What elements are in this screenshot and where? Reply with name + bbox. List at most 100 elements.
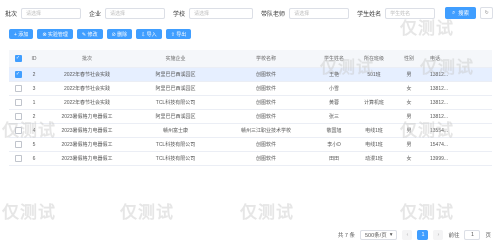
watermark: 仅测试: [400, 121, 454, 140]
row-batch: 2023暑假格力电器假工: [61, 156, 113, 162]
page-number-current[interactable]: 1: [417, 230, 429, 240]
export-button[interactable]: ⇧ 导出: [165, 29, 192, 39]
reset-button[interactable]: ↻: [480, 7, 494, 19]
teacher-label: 带队老师: [261, 11, 286, 18]
row-student: 张三: [328, 114, 339, 120]
search-button-label: 搜索: [458, 11, 470, 17]
batch-label: 批次: [5, 11, 18, 18]
row-select-cell[interactable]: [9, 85, 27, 92]
experiment-manage-button[interactable]: ⊗ 实验管理: [37, 29, 73, 39]
goto-page-input[interactable]: 1: [464, 230, 481, 240]
watermark: 仅测试: [2, 203, 56, 222]
table-row[interactable]: 3 2022年春节社会实践 阿里巴巴西溪园区 创图软件 小雪 女 13812...: [9, 82, 492, 96]
header-enterprise: 实施企业: [165, 56, 186, 62]
row-student: 田田: [328, 156, 339, 162]
row-enterprise: 阿里巴巴西溪园区: [155, 86, 196, 92]
row-student: 敬国旭: [326, 128, 342, 134]
enterprise-select[interactable]: 请选择: [105, 7, 166, 19]
add-button[interactable]: + 添加: [9, 29, 34, 39]
row-school: 赣州三江职业技术学校: [240, 128, 291, 134]
row-phone: 13812...: [430, 99, 449, 106]
enterprise-label: 企业: [89, 11, 102, 18]
row-school: 创图软件: [255, 142, 276, 148]
school-label: 学校: [173, 11, 186, 18]
row-id: 5: [32, 141, 36, 148]
row-class: 计算机班: [363, 100, 384, 106]
row-school: 创图软件: [255, 86, 276, 92]
pagination: 共 7 条 500条/页 ▾ ‹ 1 › 前往 1 页: [338, 229, 491, 241]
header-batch: 批次: [81, 56, 92, 62]
page-unit-label: 页: [485, 233, 491, 239]
watermark: 仅测试: [240, 203, 294, 222]
row-batch: 2023暑假格力电器假工: [61, 142, 113, 148]
row-checkbox[interactable]: [14, 141, 22, 148]
row-checkbox[interactable]: ✓: [14, 71, 22, 78]
action-toolbar: + 添加 ⊗ 实验管理 ✎ 修改 ⊘ 删除 ⇩ 导入 ⇧ 导出: [9, 29, 192, 39]
table-row[interactable]: 6 2023暑假格力电器假工 TCL科技有限公司 创图软件 田田 动漫1班 女 13999..…: [9, 152, 492, 166]
watermark: 仅测试: [320, 58, 374, 77]
row-checkbox[interactable]: [14, 85, 22, 92]
row-class: 动漫1班: [365, 156, 383, 162]
row-select-cell[interactable]: [9, 99, 27, 106]
row-class: 电线1班: [365, 128, 383, 134]
chevron-left-icon: ‹: [406, 232, 409, 238]
row-school: 创图软件: [255, 72, 276, 78]
row-school: 创图软件: [255, 100, 276, 106]
row-id: 2: [32, 71, 36, 78]
row-enterprise: TCL科技有限公司: [155, 142, 196, 148]
row-gender: 男: [406, 142, 412, 148]
watermark: 仅测试: [400, 203, 454, 222]
school-placeholder: 请选择: [194, 10, 210, 17]
row-select-cell[interactable]: ✓: [9, 71, 27, 78]
row-enterprise: 阿里巴巴西溪园区: [155, 72, 196, 78]
row-id: 6: [32, 155, 36, 162]
row-student: 小雪: [328, 86, 339, 92]
row-enterprise: TCL科技有限公司: [155, 156, 196, 162]
enterprise-placeholder: 请选择: [110, 10, 126, 17]
row-phone: 15474...: [430, 141, 449, 148]
watermark: 仅测试: [2, 121, 56, 140]
delete-button[interactable]: ⊘ 删除: [106, 29, 133, 39]
row-checkbox[interactable]: [14, 155, 22, 162]
page-size-value: 500条/页: [364, 233, 387, 239]
row-batch: 2022年春节社会实践: [63, 100, 111, 106]
row-student: 黄蓉: [328, 100, 339, 106]
batch-placeholder: 请选择: [26, 10, 42, 17]
watermark: 仅测试: [120, 203, 174, 222]
select-all-checkbox[interactable]: ✓: [14, 55, 22, 62]
row-class: 电线1班: [365, 142, 383, 148]
teacher-select[interactable]: 请选择: [289, 7, 350, 19]
row-batch: 2022年春节社会实践: [63, 86, 111, 92]
goto-label: 前往: [448, 233, 460, 239]
row-phone: 13999...: [430, 155, 449, 162]
import-button[interactable]: ⇩ 导入: [136, 29, 162, 39]
row-enterprise: TCL科技有限公司: [155, 100, 196, 106]
row-gender: 女: [406, 86, 412, 92]
batch-select[interactable]: 请选择: [21, 7, 82, 19]
table-row[interactable]: 1 2022年春节社会实践 TCL科技有限公司 创图软件 黄蓉 计算机班 女 13812...: [9, 96, 492, 110]
watermark: 仅测试: [400, 19, 454, 38]
prev-page-button[interactable]: ‹: [402, 230, 413, 240]
row-id: 1: [32, 99, 36, 106]
school-select[interactable]: 请选择: [189, 7, 254, 19]
header-school: 学校名称: [255, 56, 276, 62]
row-phone: 13812...: [430, 85, 449, 92]
row-enterprise: 赣州富士康: [162, 128, 188, 134]
teacher-placeholder: 请选择: [294, 10, 310, 17]
chevron-down-icon: ▾: [389, 232, 393, 238]
chevron-right-icon: ›: [437, 232, 440, 238]
next-page-button[interactable]: ›: [433, 230, 444, 240]
row-student: 李小D: [327, 142, 341, 148]
page-size-select[interactable]: 500条/页 ▾: [359, 230, 398, 240]
row-select-cell[interactable]: [9, 141, 27, 148]
row-gender: 女: [406, 156, 412, 162]
student-label: 学生姓名: [357, 11, 382, 18]
row-id: 3: [32, 85, 36, 92]
edit-button[interactable]: ✎ 修改: [76, 29, 103, 39]
select-all-cell[interactable]: ✓: [9, 55, 27, 62]
total-count: 共 7 条: [337, 233, 355, 239]
header-id: ID: [31, 55, 37, 62]
row-checkbox[interactable]: [14, 99, 22, 106]
row-select-cell[interactable]: [9, 155, 27, 162]
row-gender: 女: [406, 100, 412, 106]
